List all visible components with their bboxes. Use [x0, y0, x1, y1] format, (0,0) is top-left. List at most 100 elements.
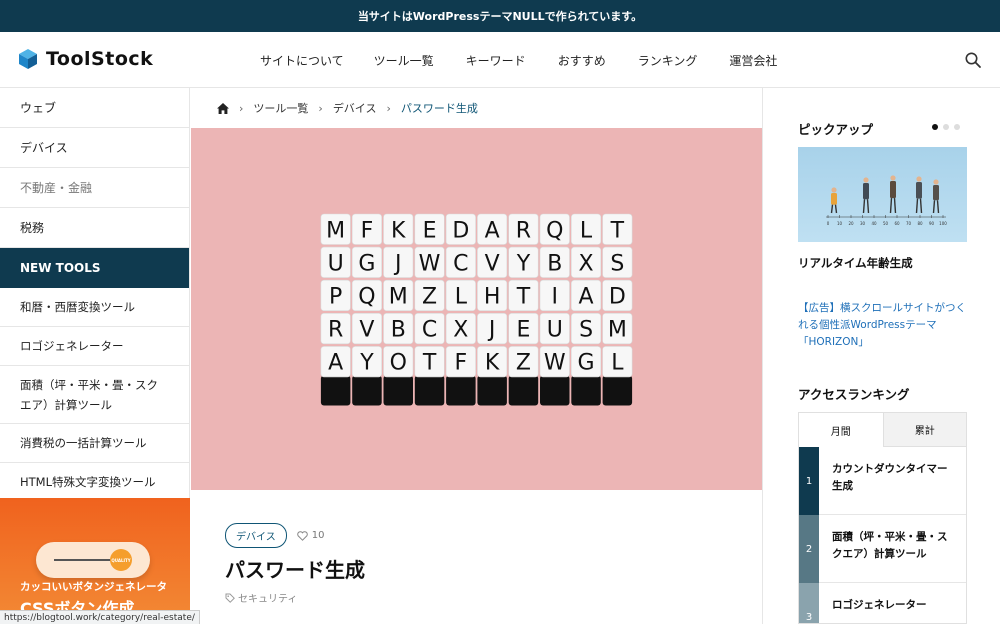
cube-letter: B	[391, 318, 406, 343]
tag-icon	[225, 593, 235, 603]
ranking-item[interactable]: 2 面積（坪・平米・畳・スクエア）計算ツール	[799, 515, 966, 583]
rank-number: 1	[799, 447, 819, 515]
like-counter[interactable]: 10	[296, 530, 324, 541]
figure-leg	[919, 198, 923, 214]
cube-letter: D	[609, 284, 626, 309]
ad-link[interactable]: 【広告】横スクロールサイトがつくれる個性派WordPressテーマ「HORIZO…	[798, 300, 970, 351]
figure-leg	[866, 199, 870, 214]
figure-body	[933, 185, 939, 201]
status-bar-url: https://blogtool.work/category/real-esta…	[0, 610, 200, 624]
cube-letter: B	[547, 251, 562, 276]
nav-about[interactable]: サイトについて	[260, 52, 344, 69]
rank-title: カウントダウンタイマー生成	[832, 463, 948, 492]
ruler-label: 100	[939, 221, 947, 226]
cube-letter: E	[516, 318, 530, 343]
ranking-tabs: 月間 累計	[799, 413, 966, 447]
cube-letter: R	[328, 318, 343, 343]
cube-letter: C	[453, 251, 468, 276]
cube-letter: L	[611, 351, 624, 376]
cube-shadow	[477, 375, 507, 406]
sidebar-item-web[interactable]: ウェブ	[0, 88, 189, 128]
post-tag-pill[interactable]: デバイス	[225, 523, 287, 548]
tool-link-html-entity[interactable]: HTML特殊文字変換ツール	[0, 463, 189, 501]
cube-letter: Z	[516, 351, 531, 376]
tab-monthly[interactable]: 月間	[799, 413, 883, 447]
cube-letter: V	[485, 251, 500, 276]
nav-tool-list[interactable]: ツール一覧	[374, 52, 434, 69]
heart-icon	[296, 530, 308, 541]
cube-letter: K	[485, 351, 500, 376]
cube-logo-icon	[19, 49, 37, 69]
cube-letter: R	[516, 218, 531, 243]
pickup-title[interactable]: リアルタイム年齢生成	[798, 255, 913, 271]
tool-link-era-converter[interactable]: 和暦・西暦変換ツール	[0, 288, 189, 327]
cube-letter: Q	[358, 284, 375, 309]
cube-letter: Z	[422, 284, 437, 309]
nav-recommended[interactable]: おすすめ	[558, 52, 606, 69]
css-button-banner[interactable]: QUALITY カッコいいボタンジェネレータ CSSボタン作成	[0, 498, 190, 624]
cube-letter: U	[547, 318, 563, 343]
breadcrumb-tool-list[interactable]: ツール一覧	[253, 100, 308, 116]
nav-ranking[interactable]: ランキング	[638, 52, 698, 69]
sidebar-item-tax[interactable]: 税務	[0, 208, 189, 248]
site-logo[interactable]: ToolStock	[18, 48, 153, 70]
cube-letter: I	[552, 284, 559, 309]
sidebar-item-real-estate[interactable]: 不動産・金融	[0, 168, 189, 208]
tab-total[interactable]: 累計	[882, 413, 966, 447]
tool-link-logo-generator[interactable]: ロゴジェネレーター	[0, 327, 189, 366]
figure-leg	[915, 198, 919, 214]
cube-shadow	[352, 375, 382, 406]
figure-leg	[862, 199, 866, 214]
tool-link-tax-calculator[interactable]: 消費税の一括計算ツール	[0, 424, 189, 463]
ruler-label: 0	[827, 221, 830, 226]
post-title: パスワード生成	[225, 558, 365, 582]
new-tools-heading: NEW TOOLS	[0, 248, 189, 288]
cube-letter: W	[419, 251, 441, 276]
rank-title: ロゴジェネレーター	[832, 599, 927, 611]
ranking-box: 月間 累計 1 カウントダウンタイマー生成 2 面積（坪・平米・畳・スクエア）計…	[798, 412, 967, 624]
post-meta-row: デバイス 10	[225, 523, 324, 548]
cube-letter: L	[580, 218, 593, 243]
nav-company[interactable]: 運営会社	[729, 52, 777, 69]
cube-letter: M	[326, 218, 345, 243]
cube-letter: W	[544, 351, 566, 376]
cube-shadow	[508, 375, 539, 406]
ranking-item[interactable]: 1 カウントダウンタイマー生成	[799, 447, 966, 515]
cube-letter: V	[359, 318, 374, 343]
chevron-right-icon: ›	[239, 101, 244, 115]
figure-head	[831, 187, 837, 193]
ruler-label: 80	[917, 221, 923, 226]
post-category[interactable]: セキュリティ	[225, 590, 297, 605]
carousel-dot[interactable]	[954, 124, 960, 130]
tool-link-area-calculator[interactable]: 面積（坪・平米・畳・スクエア）計算ツール	[0, 366, 189, 424]
breadcrumb-device[interactable]: デバイス	[333, 100, 377, 116]
breadcrumb: › ツール一覧 › デバイス › パスワード生成	[217, 100, 478, 116]
nav-keywords[interactable]: キーワード	[466, 52, 526, 69]
cube-letter: Y	[359, 351, 374, 376]
carousel-dot[interactable]	[943, 124, 949, 130]
cube-letter: E	[423, 218, 437, 243]
ranking-item[interactable]: 3 ロゴジェネレーター	[799, 583, 966, 623]
ruler-label: 60	[894, 221, 900, 226]
cube-letter: F	[361, 218, 374, 243]
site-notice-bar: 当サイトはWordPressテーマNULLで作られています。	[0, 0, 1000, 32]
cube-letter: J	[393, 251, 402, 276]
figure-body	[916, 182, 922, 199]
cube-letter: T	[516, 284, 531, 309]
main-nav: サイトについて ツール一覧 キーワード おすすめ ランキング 運営会社	[260, 32, 809, 88]
figure-leg	[830, 204, 834, 214]
cube-letter: C	[422, 318, 437, 343]
pickup-image[interactable]: 0 10 20 30 40 50 60 70 80 90 100	[798, 147, 967, 242]
home-icon[interactable]	[217, 102, 229, 114]
figure-body	[831, 193, 837, 205]
search-icon[interactable]	[964, 51, 982, 69]
site-header: ToolStock サイトについて ツール一覧 キーワード おすすめ ランキング…	[0, 32, 1000, 88]
carousel-dot[interactable]	[932, 124, 938, 130]
cube-letter: Q	[546, 218, 563, 243]
cube-letter: P	[329, 284, 342, 309]
letter-cubes-image: M F K E D A R Q L TU G J W C V Y B X SP Q M Z L H T I A DR V B C X J E U S M…	[320, 213, 633, 406]
cube-letter: D	[452, 218, 469, 243]
sidebar-item-device[interactable]: デバイス	[0, 128, 189, 168]
cube-letter: U	[328, 251, 344, 276]
banner-toggle-knob: QUALITY	[110, 549, 132, 571]
